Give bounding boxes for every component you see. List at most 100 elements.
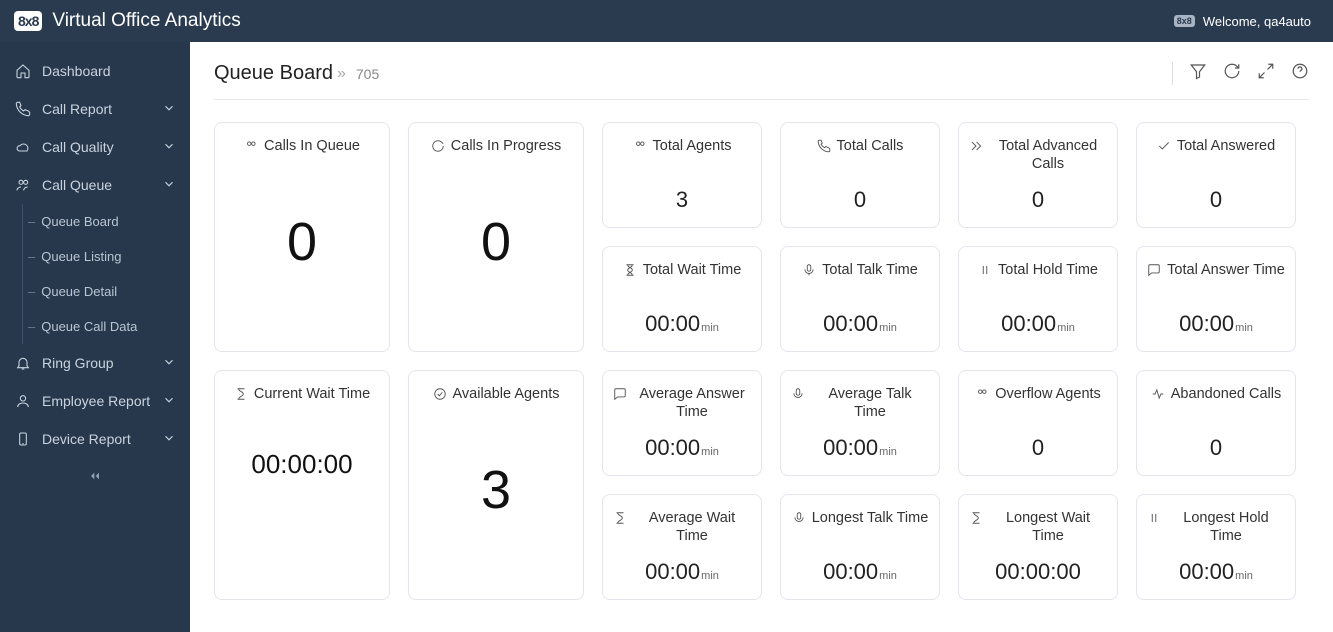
app-title: Virtual Office Analytics [52,10,240,32]
nav-label: Device Report [42,431,131,447]
card-total-wait: Total Wait Time 00:00min [602,246,762,352]
card-value: 00:00:00 [995,559,1081,585]
users-icon [633,139,647,153]
card-current-wait: Current Wait Time 00:00:00 [214,370,390,600]
hourglass-icon [234,387,248,401]
collapse-sidebar-button[interactable] [0,458,190,497]
card-avg-answer: Average Answer Time 00:00min [602,370,762,476]
phone-icon [14,101,32,117]
nav-device-report[interactable]: Device Report [0,420,190,458]
home-icon [14,63,32,79]
nav-label: Dashboard [42,63,111,79]
card-title: Longest Hold Time [1167,509,1285,545]
card-title: Current Wait Time [254,385,370,403]
card-title: Average Wait Time [633,509,751,545]
card-calls-in-queue: Calls In Queue 0 [214,122,390,352]
pause-icon [978,263,992,277]
card-value: 00:00min [823,435,897,461]
check-circle-icon [433,387,447,401]
brand-chip: 8x8 [1174,15,1195,27]
chevron-down-icon [162,393,176,410]
card-value: 0 [287,215,317,269]
card-value: 3 [481,463,511,517]
card-overflow: Overflow Agents 0 [958,370,1118,476]
phone-icon [817,139,831,153]
bell-icon [14,355,32,371]
card-total-talk: Total Talk Time 00:00min [780,246,940,352]
card-available-agents: Available Agents 3 [408,370,584,600]
sub-label: Queue Detail [41,284,117,299]
card-title: Calls In Progress [451,137,561,155]
card-title: Longest Talk Time [812,509,929,527]
card-title: Total Talk Time [822,261,918,279]
page-sub: 705 [356,66,379,82]
card-title: Available Agents [453,385,560,403]
card-total-hold: Total Hold Time 00:00min [958,246,1118,352]
card-total-agents: Total Agents 3 [602,122,762,228]
welcome-text[interactable]: Welcome, qa4auto [1203,14,1311,29]
nav-call-quality[interactable]: Call Quality [0,128,190,166]
hourglass-icon [613,511,627,525]
breadcrumb-separator: » [337,65,346,83]
page-title: Queue Board [214,62,333,85]
card-title: Total Calls [837,137,904,155]
hourglass-icon [623,263,637,277]
user-icon [14,393,32,409]
card-value: 0 [1210,435,1222,461]
card-avg-wait: Average Wait Time 00:00min [602,494,762,600]
subnav-queue-detail[interactable]: –Queue Detail [0,274,190,309]
card-value: 00:00min [645,435,719,461]
card-longest-talk: Longest Talk Time 00:00min [780,494,940,600]
card-title: Average Talk Time [811,385,929,421]
refresh-icon[interactable] [1223,62,1241,85]
nav-employee-report[interactable]: Employee Report [0,382,190,420]
users-icon [975,387,989,401]
card-value: 00:00min [645,559,719,585]
card-title: Calls In Queue [264,137,360,155]
subnav-queue-board[interactable]: –Queue Board [0,204,190,239]
activity-icon [1151,387,1165,401]
nav-label: Call Quality [42,139,114,155]
chevron-down-icon [162,431,176,448]
card-value: 3 [676,187,688,213]
chat-icon [613,387,627,401]
card-title: Longest Wait Time [989,509,1107,545]
card-abandoned: Abandoned Calls 0 [1136,370,1296,476]
card-calls-in-progress: Calls In Progress 0 [408,122,584,352]
divider [214,99,1309,100]
card-title: Total Answered [1177,137,1275,155]
refresh-icon [431,139,445,153]
card-title: Abandoned Calls [1171,385,1281,403]
card-total-answer-time: Total Answer Time 00:00min [1136,246,1296,352]
nav-label: Ring Group [42,355,114,371]
card-longest-wait: Longest Wait Time 00:00:00 [958,494,1118,600]
subnav-queue-call-data[interactable]: –Queue Call Data [0,309,190,344]
card-value: 00:00min [1001,311,1075,337]
top-bar: 8x8 Virtual Office Analytics 8x8 Welcome… [0,0,1333,42]
queue-icon [244,139,258,153]
device-icon [14,431,32,447]
nav-ring-group[interactable]: Ring Group [0,344,190,382]
filter-icon[interactable] [1189,62,1207,85]
chevron-down-icon [162,101,176,118]
card-value: 00:00min [1179,559,1253,585]
sub-label: Queue Call Data [41,319,137,334]
nav-dashboard[interactable]: Dashboard [0,52,190,90]
card-total-advanced: Total Advanced Calls 0 [958,122,1118,228]
nav-label: Call Report [42,101,112,117]
nav-call-queue[interactable]: Call Queue [0,166,190,204]
expand-icon[interactable] [1257,62,1275,85]
nav-label: Employee Report [42,393,150,409]
card-value: 0 [1032,435,1044,461]
nav-call-report[interactable]: Call Report [0,90,190,128]
logo-8x8: 8x8 [14,11,42,31]
help-icon[interactable] [1291,62,1309,85]
nav-label: Call Queue [42,177,112,193]
card-value: 0 [481,215,511,269]
card-title: Total Agents [653,137,732,155]
cloud-icon [14,139,32,155]
chat-icon [1147,263,1161,277]
card-title: Total Wait Time [643,261,742,279]
subnav-queue-listing[interactable]: –Queue Listing [0,239,190,274]
card-title: Total Answer Time [1167,261,1285,279]
